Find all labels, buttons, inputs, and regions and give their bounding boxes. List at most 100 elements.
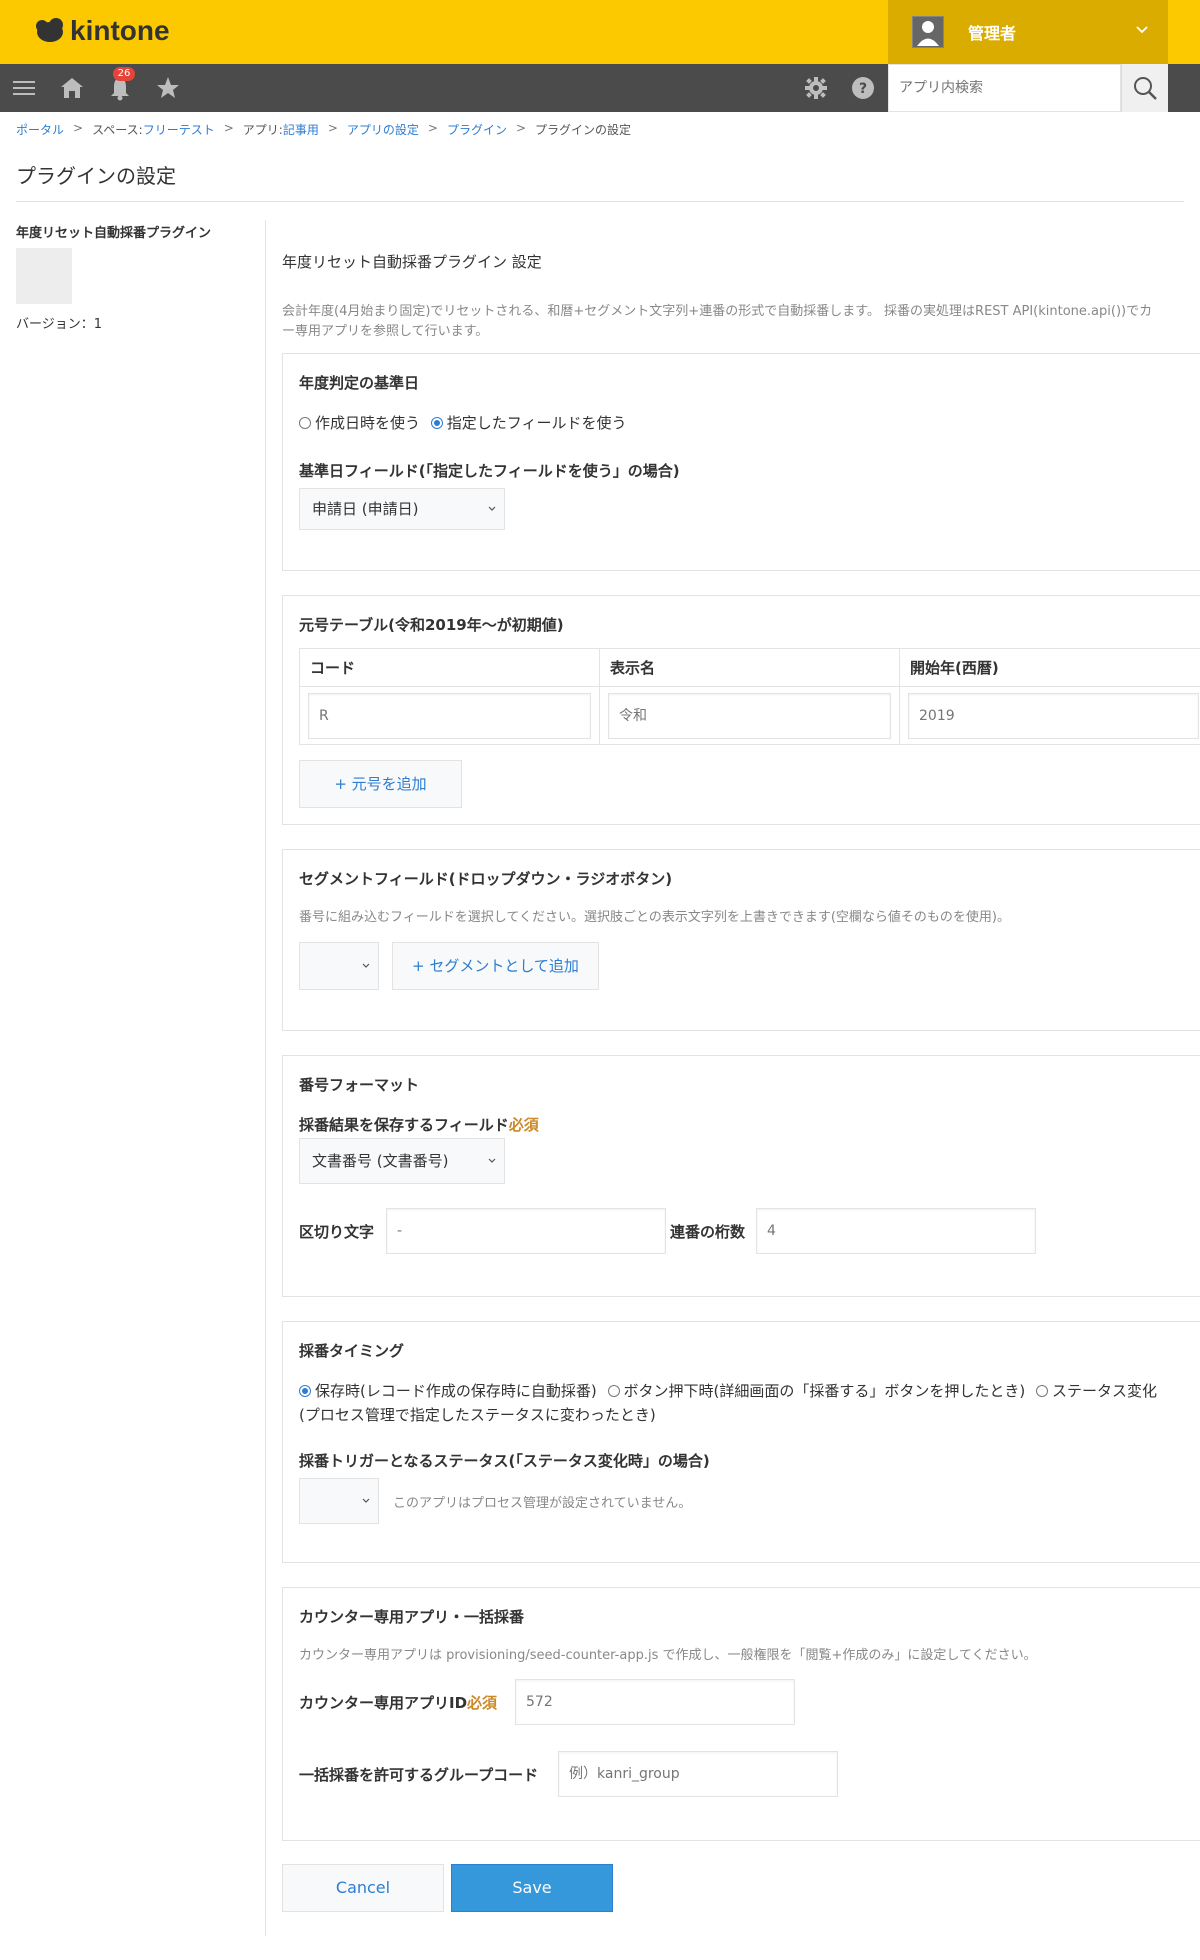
counter-app-id-label: カウンター専用アプリID必須 (299, 1692, 497, 1713)
logo-text: kintone (70, 15, 170, 46)
chevron-down-icon (488, 1158, 496, 1163)
era-year-input[interactable] (908, 692, 1199, 739)
app-search-input[interactable] (888, 64, 1121, 112)
select-value: 申請日 (申請日) (312, 500, 419, 518)
column-divider (265, 220, 266, 1936)
settings-title: 年度リセット自動採番プラグイン 設定 (282, 253, 542, 271)
breadcrumb-app-prefix: アプリ: (242, 123, 283, 137)
timing-option-continued: (プロセス管理で指定したステータスに変わったとき) (299, 1405, 656, 1424)
counter-app-section: カウンター専用アプリ・一括採番 カウンター専用アプリは provisioning… (282, 1587, 1200, 1841)
add-era-button[interactable]: + 元号を追加 (299, 760, 462, 808)
era-table-title: 元号テーブル(令和2019年〜が初期値) (299, 616, 564, 634)
table-cell (899, 686, 1200, 745)
breadcrumb-space[interactable]: フリーテスト (143, 121, 215, 138)
kintone-logo-icon (36, 18, 63, 42)
title-divider (16, 201, 1184, 202)
favorites-star-icon[interactable] (154, 74, 182, 102)
era-name-input[interactable] (608, 692, 891, 739)
gear-icon[interactable] (802, 74, 830, 102)
era-table-section: 元号テーブル(令和2019年〜が初期値) コード 表示名 開始年(西暦) + 元… (282, 595, 1200, 825)
breadcrumb-space-prefix: スペース: (92, 123, 143, 137)
timing-options-line: 保存時(レコード作成の保存時に自動採番) ボタン押下時(詳細画面の「採番する」ボ… (299, 1378, 1200, 1403)
select-value: 文書番号 (文書番号) (312, 1152, 449, 1170)
column-header-code: コード (299, 648, 600, 687)
required-mark: 必須 (467, 1694, 498, 1712)
save-field-select[interactable]: 文書番号 (文書番号) (299, 1138, 505, 1184)
settings-description-line: 会計年度(4月始まり固定)でリセットされる、和暦+セグメント文字列+連番の形式で… (282, 304, 1153, 319)
basis-date-options: 作成日時を使う 指定したフィールドを使う (299, 412, 633, 433)
chevron-down-icon (1136, 26, 1148, 34)
basis-field-select[interactable]: 申請日 (申請日) (299, 488, 505, 530)
breadcrumb-current: プラグインの設定 (535, 123, 632, 137)
digits-label: 連番の桁数 (670, 1223, 746, 1241)
menu-icon[interactable] (10, 74, 38, 102)
chevron-down-icon (362, 1498, 370, 1503)
breadcrumb-plugins[interactable]: プラグイン (447, 121, 507, 138)
counter-app-title: カウンター専用アプリ・一括採番 (299, 1608, 525, 1626)
basis-field-label: 基準日フィールド(「指定したフィールドを使う」の場合) (299, 462, 680, 480)
segment-title: セグメントフィールド(ドロップダウン・ラジオボタン) (299, 870, 673, 888)
counter-app-note: カウンター専用アプリは provisioning/seed-counter-ap… (299, 1648, 1037, 1663)
user-avatar-icon (912, 16, 944, 48)
digits-input[interactable] (756, 1208, 1036, 1254)
basis-date-section: 年度判定の基準日 作成日時を使う 指定したフィールドを使う 基準日フィールド(「… (282, 353, 1200, 571)
radio-specified-field[interactable] (430, 416, 443, 429)
page-title: プラグインの設定 (16, 164, 176, 188)
user-name: 管理者 (968, 24, 1017, 43)
cancel-button[interactable]: Cancel (282, 1864, 444, 1912)
svg-text:?: ? (859, 81, 867, 97)
user-menu[interactable]: 管理者 (888, 0, 1168, 64)
settings-description-line: ー専用アプリを参照して行います。 (282, 324, 489, 339)
radio-on-button[interactable] (607, 1384, 620, 1397)
search-button[interactable] (1121, 64, 1168, 112)
status-trigger-label: 採番トリガーとなるステータス(「ステータス変化時」の場合) (299, 1452, 710, 1470)
radio-created-date[interactable] (299, 416, 311, 429)
breadcrumb-separator: > (515, 121, 527, 135)
breadcrumb-separator: > (327, 121, 338, 135)
radio-label: 保存時(レコード作成の保存時に自動採番) (315, 1381, 597, 1400)
separator-label: 区切り文字 (299, 1223, 375, 1241)
timing-title: 採番タイミング (299, 1342, 405, 1360)
breadcrumb-separator: > (427, 121, 438, 135)
add-segment-button[interactable]: + セグメントとして追加 (392, 942, 599, 990)
radio-label: 指定したフィールドを使う (446, 414, 627, 432)
breadcrumb-portal[interactable]: ポータル (16, 121, 64, 138)
save-field-label-text: 採番結果を保存するフィールド (299, 1116, 509, 1134)
era-code-input[interactable] (308, 692, 591, 739)
separator-input[interactable] (386, 1208, 666, 1254)
breadcrumb-app-settings[interactable]: アプリの設定 (347, 121, 419, 138)
segment-field-select[interactable] (299, 942, 379, 990)
save-button[interactable]: Save (451, 1864, 613, 1912)
help-icon[interactable]: ? (849, 74, 877, 102)
basis-date-title: 年度判定の基準日 (299, 374, 420, 392)
breadcrumb: ポータル > スペース: フリーテスト > アプリ: 記事用 > アプリの設定 … (16, 121, 631, 138)
notification-count-badge: 26 (113, 67, 135, 81)
number-format-title: 番号フォーマット (299, 1076, 420, 1094)
group-code-label: 一括採番を許可するグループコード (299, 1766, 539, 1784)
breadcrumb-separator: > (73, 121, 84, 135)
status-trigger-note: このアプリはプロセス管理が設定されていません。 (393, 1496, 692, 1511)
kintone-logo[interactable]: kintone (34, 15, 170, 47)
segment-section: セグメントフィールド(ドロップダウン・ラジオボタン) 番号に組み込むフィールドを… (282, 849, 1200, 1031)
search-icon (1134, 77, 1157, 100)
counter-app-id-input[interactable] (515, 1679, 795, 1725)
radio-on-status[interactable] (1036, 1384, 1048, 1397)
radio-label: ステータス変化 (1052, 1381, 1158, 1400)
breadcrumb-app[interactable]: 記事用 (283, 121, 319, 138)
home-icon[interactable] (58, 74, 86, 102)
era-table: コード 表示名 開始年(西暦) (299, 648, 1200, 745)
save-field-label: 採番結果を保存するフィールド必須 (299, 1114, 539, 1135)
column-header-start-year: 開始年(西暦) (899, 648, 1200, 687)
number-format-section: 番号フォーマット 採番結果を保存するフィールド必須 文書番号 (文書番号) 区切… (282, 1055, 1200, 1297)
settings-description: 会計年度(4月始まり固定)でリセットされる、和暦+セグメント文字列+連番の形式で… (282, 302, 1200, 342)
group-code-input[interactable] (558, 1751, 838, 1797)
radio-on-save[interactable] (299, 1384, 311, 1397)
table-cell (599, 686, 900, 745)
segment-note: 番号に組み込むフィールドを選択してください。選択肢ごとの表示文字列を上書きできま… (299, 910, 1010, 925)
plugin-version: バージョン：1 (16, 317, 103, 332)
table-cell (299, 686, 600, 745)
timing-section: 採番タイミング 保存時(レコード作成の保存時に自動採番) ボタン押下時(詳細画面… (282, 1321, 1200, 1563)
status-trigger-select[interactable] (299, 1478, 379, 1524)
breadcrumb-separator: > (223, 121, 234, 135)
required-mark: 必須 (508, 1116, 539, 1134)
